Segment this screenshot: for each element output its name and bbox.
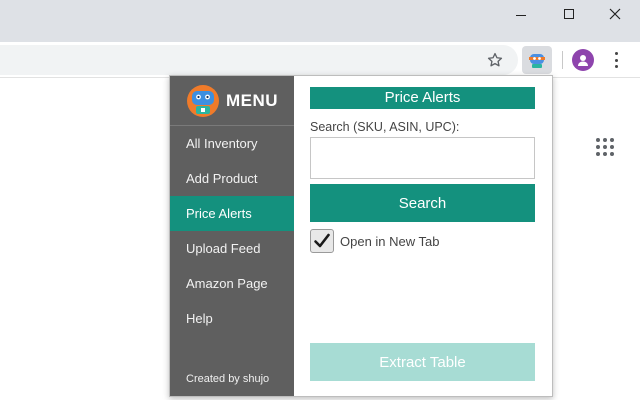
open-new-tab-checkbox-row[interactable]: Open in New Tab [310, 229, 440, 253]
extension-button[interactable] [522, 46, 552, 74]
extension-popup: MENU All Inventory Add Product Price Ale… [169, 75, 553, 397]
address-bar[interactable] [0, 45, 518, 75]
sidebar-item-add-product[interactable]: Add Product [170, 161, 294, 196]
popup-sidebar: MENU All Inventory Add Product Price Ale… [170, 76, 294, 396]
sidebar-item-amazon-page[interactable]: Amazon Page [170, 266, 294, 301]
robot-extension-icon [529, 54, 545, 68]
open-new-tab-label: Open in New Tab [340, 233, 440, 249]
sidebar-footer-credit: Created by shujo [186, 373, 270, 385]
profile-avatar-icon [578, 55, 588, 66]
apps-grid-icon[interactable] [596, 138, 614, 156]
search-label: Search (SKU, ASIN, UPC): [310, 120, 460, 134]
extract-table-button[interactable]: Extract Table [310, 343, 535, 381]
browser-menu-button[interactable] [608, 50, 624, 70]
robot-logo-icon [187, 84, 219, 117]
open-new-tab-checkbox[interactable] [310, 229, 334, 253]
search-input[interactable] [310, 137, 535, 179]
sidebar-item-help[interactable]: Help [170, 301, 294, 336]
star-icon [487, 52, 503, 67]
toolbar-divider [562, 51, 563, 69]
browser-titlebar [0, 0, 640, 42]
bookmark-star-button[interactable] [484, 49, 506, 71]
browser-toolbar [0, 42, 640, 78]
sidebar-item-price-alerts[interactable]: Price Alerts [170, 196, 294, 231]
close-button[interactable] [592, 0, 638, 28]
panel-title: Price Alerts [310, 87, 535, 109]
maximize-button[interactable] [546, 0, 592, 28]
maximize-icon [564, 9, 574, 19]
sidebar-item-all-inventory[interactable]: All Inventory [170, 126, 294, 161]
minimize-button[interactable] [498, 0, 544, 28]
profile-avatar-button[interactable] [572, 49, 594, 71]
search-button[interactable]: Search [310, 184, 535, 222]
sidebar-item-upload-feed[interactable]: Upload Feed [170, 231, 294, 266]
popup-main-panel: Price Alerts Search (SKU, ASIN, UPC): Se… [294, 76, 552, 396]
menu-title: MENU [226, 90, 279, 110]
sidebar-header: MENU [170, 76, 294, 126]
vertical-dots-icon [614, 52, 618, 55]
checkmark-icon [314, 233, 330, 248]
minimize-icon [516, 14, 526, 16]
close-icon [609, 8, 621, 20]
